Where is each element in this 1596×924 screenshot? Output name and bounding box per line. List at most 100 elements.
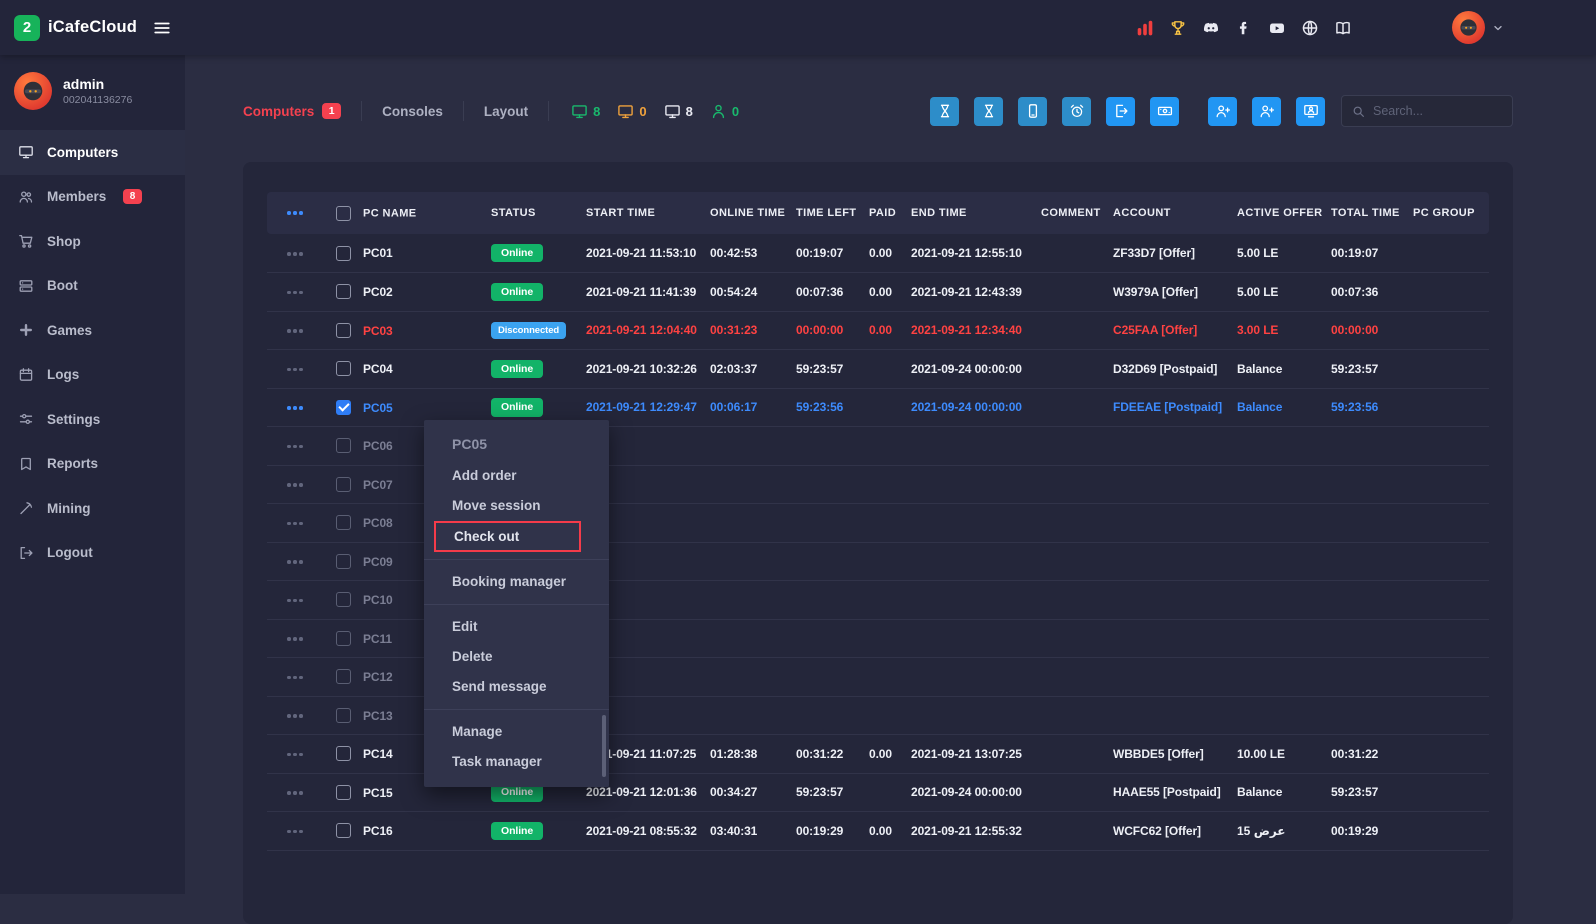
- sidebar-item-logout[interactable]: Logout: [0, 531, 185, 576]
- row-actions-icon[interactable]: [287, 753, 303, 757]
- menu-toggle-button[interactable]: [153, 19, 171, 37]
- cash-payment-button[interactable]: [1150, 97, 1179, 126]
- header-actions-icon[interactable]: [287, 211, 303, 215]
- facebook-icon[interactable]: [1235, 19, 1253, 37]
- user-avatar[interactable]: [1452, 11, 1485, 44]
- row-actions-icon[interactable]: [287, 522, 303, 526]
- row-checkbox[interactable]: [336, 246, 351, 261]
- timer-codes-button[interactable]: [974, 97, 1003, 126]
- context-menu-item-send-message[interactable]: Send message: [424, 672, 609, 702]
- topbar: 2 iCafeCloud: [0, 0, 1596, 55]
- cell-paid: [865, 658, 907, 697]
- row-checkbox[interactable]: [336, 361, 351, 376]
- chevron-down-icon[interactable]: [1492, 22, 1504, 34]
- sidebar-item-boot[interactable]: Boot: [0, 264, 185, 309]
- row-actions-icon[interactable]: [287, 714, 303, 718]
- app-logo[interactable]: 2 iCafeCloud: [14, 15, 137, 41]
- row-actions-icon[interactable]: [287, 830, 303, 834]
- cell-offer: عرض 15: [1233, 812, 1327, 851]
- table-row[interactable]: PC03Disconnected2021-09-21 12:04:4000:31…: [267, 311, 1489, 350]
- row-checkbox[interactable]: [336, 438, 351, 453]
- row-checkbox[interactable]: [336, 785, 351, 800]
- alarm-button[interactable]: [1062, 97, 1091, 126]
- row-checkbox[interactable]: [336, 631, 351, 646]
- row-actions-icon[interactable]: [287, 291, 303, 295]
- tab-layout[interactable]: Layout: [464, 101, 549, 121]
- tab-computers[interactable]: Computers1: [243, 101, 362, 121]
- context-menu-item-manage[interactable]: Manage: [424, 717, 609, 747]
- row-checkbox[interactable]: [336, 477, 351, 492]
- tab-consoles[interactable]: Consoles: [362, 101, 464, 121]
- row-checkbox[interactable]: [336, 554, 351, 569]
- status-counter: 8: [664, 103, 693, 120]
- sidebar-item-logs[interactable]: Logs: [0, 353, 185, 398]
- mobile-app-button[interactable]: [1018, 97, 1047, 126]
- table-row[interactable]: PC16Online2021-09-21 08:55:3203:40:3100:…: [267, 812, 1489, 851]
- cell-total: 00:00:00: [1327, 311, 1409, 350]
- row-checkbox[interactable]: [336, 823, 351, 838]
- context-menu-item-edit[interactable]: Edit: [424, 612, 609, 642]
- mining-icon: [18, 500, 34, 516]
- context-menu-scrollbar[interactable]: [602, 715, 606, 777]
- context-menu-item-move-session[interactable]: Move session: [424, 491, 609, 521]
- context-menu-item-check-out[interactable]: Check out: [434, 521, 581, 552]
- stats-icon[interactable]: [1136, 19, 1154, 37]
- row-checkbox[interactable]: [336, 592, 351, 607]
- cell-online: 00:42:53: [706, 234, 792, 273]
- cell-comment: [1037, 350, 1109, 389]
- context-menu-item-task-manager[interactable]: Task manager: [424, 747, 609, 777]
- check-out-all-button[interactable]: [1106, 97, 1135, 126]
- sidebar-item-settings[interactable]: Settings: [0, 397, 185, 442]
- cell-left: [792, 658, 865, 697]
- book-icon[interactable]: [1334, 19, 1352, 37]
- row-actions-icon[interactable]: [287, 483, 303, 487]
- context-menu-item-add-order[interactable]: Add order: [424, 461, 609, 491]
- row-actions-icon[interactable]: [287, 368, 303, 372]
- profile-avatar[interactable]: [14, 72, 52, 110]
- row-actions-icon[interactable]: [287, 560, 303, 564]
- sidebar-item-computers[interactable]: Computers: [0, 130, 185, 175]
- row-checkbox[interactable]: [336, 284, 351, 299]
- row-actions-icon[interactable]: [287, 445, 303, 449]
- row-actions-icon[interactable]: [287, 676, 303, 680]
- sidebar-item-mining[interactable]: Mining: [0, 486, 185, 531]
- cell-paid: 0.00: [865, 273, 907, 312]
- row-actions-icon[interactable]: [287, 252, 303, 256]
- context-menu-item-delete[interactable]: Delete: [424, 642, 609, 672]
- status-counter: 0: [617, 103, 646, 120]
- column-header: STATUS: [491, 207, 536, 219]
- timer-sessions-button[interactable]: [930, 97, 959, 126]
- add-member-button[interactable]: [1208, 97, 1237, 126]
- sidebar-item-reports[interactable]: Reports: [0, 442, 185, 487]
- row-checkbox[interactable]: [336, 746, 351, 761]
- cell-comment: [1037, 773, 1109, 812]
- row-checkbox[interactable]: [336, 708, 351, 723]
- row-actions-icon[interactable]: [287, 637, 303, 641]
- sidebar-item-shop[interactable]: Shop: [0, 219, 185, 264]
- row-checkbox[interactable]: [336, 323, 351, 338]
- column-header: TOTAL TIME: [1331, 207, 1400, 219]
- table-row[interactable]: PC01Online2021-09-21 11:53:1000:42:5300:…: [267, 234, 1489, 273]
- row-actions-icon[interactable]: [287, 599, 303, 603]
- sidebar-item-games[interactable]: Games: [0, 308, 185, 353]
- context-menu-item-booking-manager[interactable]: Booking manager: [424, 567, 609, 597]
- column-header: END TIME: [911, 207, 967, 219]
- table-row[interactable]: PC02Online2021-09-21 11:41:3900:54:2400:…: [267, 273, 1489, 312]
- row-actions-icon[interactable]: [287, 329, 303, 333]
- trophy-icon[interactable]: [1169, 19, 1187, 37]
- cell-account: D32D69 [Postpaid]: [1109, 350, 1233, 389]
- assign-pc-button[interactable]: [1296, 97, 1325, 126]
- select-all-checkbox[interactable]: [336, 206, 351, 221]
- sidebar-item-members[interactable]: Members8: [0, 175, 185, 220]
- youtube-icon[interactable]: [1268, 19, 1286, 37]
- search-input[interactable]: [1373, 104, 1502, 118]
- row-actions-icon[interactable]: [287, 406, 303, 410]
- row-checkbox[interactable]: [336, 515, 351, 530]
- row-checkbox[interactable]: [336, 400, 351, 415]
- globe-icon[interactable]: [1301, 19, 1319, 37]
- table-row[interactable]: PC04Online2021-09-21 10:32:2602:03:3759:…: [267, 350, 1489, 389]
- add-guest-button[interactable]: [1252, 97, 1281, 126]
- discord-icon[interactable]: [1202, 19, 1220, 37]
- row-actions-icon[interactable]: [287, 791, 303, 795]
- row-checkbox[interactable]: [336, 669, 351, 684]
